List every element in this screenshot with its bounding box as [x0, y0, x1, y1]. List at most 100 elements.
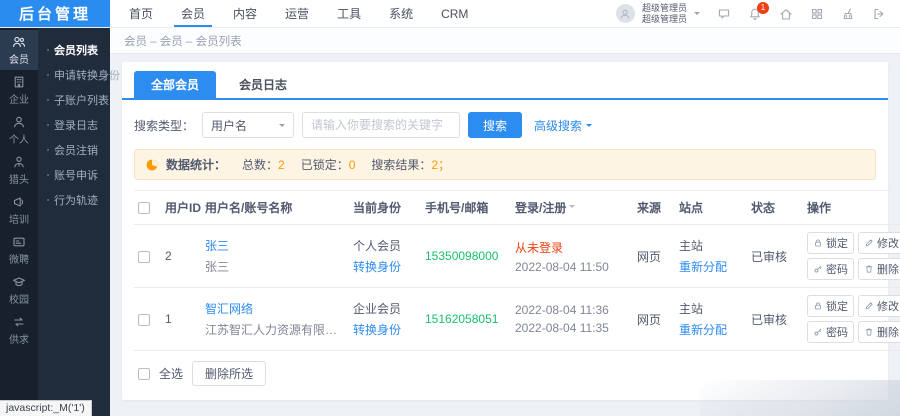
- bullet-dot: [47, 199, 49, 201]
- advanced-search-link[interactable]: 高级搜索: [534, 117, 592, 134]
- cell-user-id: 2: [161, 225, 201, 288]
- submenu-item-member-cancel[interactable]: 会员注销: [38, 137, 110, 162]
- identity-value: 企业会员: [353, 300, 417, 317]
- password-button[interactable]: 密码: [807, 321, 854, 343]
- cell-status: 已审核: [747, 288, 803, 351]
- submenu-item-account-appeal[interactable]: 账号申诉: [38, 162, 110, 187]
- sidebar-item-campus[interactable]: 校园: [0, 270, 38, 310]
- sidebar-item-member[interactable]: 会员: [0, 30, 38, 70]
- logout-icon[interactable]: [872, 7, 886, 21]
- reassign-link[interactable]: 重新分配: [679, 321, 743, 338]
- sidebar-item-supply-demand[interactable]: 供求: [0, 310, 38, 350]
- bullet-dot: [47, 49, 49, 51]
- topbar-actions: 超级管理员 超级管理员 1: [616, 0, 900, 27]
- exchange-arrows-icon: [12, 315, 26, 329]
- bullet-dot: [47, 74, 49, 76]
- user-name-line2: 超级管理员: [642, 14, 687, 25]
- search-type-select[interactable]: 用户名: [202, 112, 294, 138]
- convert-identity-link[interactable]: 转换身份: [353, 258, 417, 275]
- search-input[interactable]: [302, 112, 460, 138]
- users-icon: [12, 35, 26, 49]
- submenu-item-behavior-track[interactable]: 行为轨迹: [38, 187, 110, 212]
- cell-site: 主站 重新分配: [675, 225, 747, 288]
- nav-item-crm[interactable]: CRM: [438, 0, 471, 27]
- member-table: 用户ID 用户名/账号名称 当前身份 手机号/邮箱 登录/注册 来源 站点 状态…: [134, 190, 900, 351]
- col-identity: 当前身份: [349, 191, 421, 225]
- stats-title: 数据统计：: [166, 156, 226, 173]
- avatar: [616, 4, 635, 23]
- cell-ops: 锁定 修改 密码 删除: [803, 288, 900, 351]
- nav-item-tools[interactable]: 工具: [334, 0, 364, 27]
- submenu-label: 子账户列表: [54, 92, 109, 108]
- select-all-checkbox[interactable]: [138, 368, 150, 380]
- stats-bar: 数据统计： 总数：2 已锁定：0 搜索结果：2；: [134, 149, 876, 180]
- key-icon: [813, 264, 823, 274]
- convert-identity-link[interactable]: 转换身份: [353, 321, 417, 338]
- graduation-cap-icon: [12, 275, 26, 289]
- breadcrumb: 会员 – 会员 – 会员列表: [110, 28, 900, 54]
- nav-item-operation[interactable]: 运营: [282, 0, 312, 27]
- submenu-item-login-log[interactable]: 登录日志: [38, 112, 110, 137]
- browser-status-bar: javascript:_M('1'): [0, 400, 92, 416]
- rail-label: 猎头: [9, 171, 29, 186]
- search-button[interactable]: 搜索: [468, 112, 522, 138]
- home-icon[interactable]: [779, 7, 793, 21]
- member-name-link[interactable]: 张三: [205, 237, 345, 254]
- password-button[interactable]: 密码: [807, 258, 854, 280]
- cell-name: 张三 张三: [201, 225, 349, 288]
- cell-ops: 锁定 修改 密码 删除: [803, 225, 900, 288]
- member-name-link[interactable]: 智汇网络: [205, 300, 345, 317]
- submenu-item-member-list[interactable]: 会员列表: [38, 37, 110, 62]
- bullet-dot: [47, 124, 49, 126]
- sidebar-item-headhunter[interactable]: 猎头: [0, 150, 38, 190]
- edit-button[interactable]: 修改: [858, 232, 900, 254]
- main-content: 会员 – 会员 – 会员列表 全部会员 会员日志 搜索类型： 用户名 搜索 高级…: [110, 28, 900, 416]
- lock-button[interactable]: 锁定: [807, 295, 854, 317]
- key-icon: [813, 327, 823, 337]
- col-login[interactable]: 登录/注册: [511, 191, 633, 225]
- nav-item-system[interactable]: 系统: [386, 0, 416, 27]
- submenu-label: 会员列表: [54, 42, 98, 58]
- submenu-item-identity-request[interactable]: 申请转换身份: [38, 62, 110, 87]
- rail-label: 供求: [9, 331, 29, 346]
- stats-locked-label: 已锁定：: [301, 158, 349, 172]
- lock-button[interactable]: 锁定: [807, 232, 854, 254]
- sidebar-item-training[interactable]: 培训: [0, 190, 38, 230]
- tab-all-members[interactable]: 全部会员: [134, 71, 216, 98]
- delete-selected-button[interactable]: 删除所选: [192, 361, 266, 386]
- col-status: 状态: [747, 191, 803, 225]
- table-header-row: 用户ID 用户名/账号名称 当前身份 手机号/邮箱 登录/注册 来源 站点 状态…: [134, 191, 900, 225]
- corner-artifact: [700, 380, 900, 416]
- tab-member-log[interactable]: 会员日志: [222, 71, 304, 98]
- submenu-item-subaccounts[interactable]: 子账户列表: [38, 87, 110, 112]
- pie-chart-icon: [145, 158, 159, 172]
- advanced-search-label: 高级搜索: [534, 117, 582, 134]
- delete-button[interactable]: 删除: [858, 321, 900, 343]
- apps-grid-icon[interactable]: [810, 7, 824, 21]
- chevron-down-icon: [586, 124, 592, 130]
- col-user-id[interactable]: 用户ID: [161, 191, 201, 225]
- user-name-line1: 超级管理员: [642, 3, 687, 14]
- cell-source: 网页: [633, 288, 675, 351]
- clear-cache-icon[interactable]: [841, 7, 855, 21]
- row-checkbox[interactable]: [138, 314, 150, 326]
- edit-button[interactable]: 修改: [858, 295, 900, 317]
- header-checkbox[interactable]: [138, 202, 150, 214]
- nav-item-home[interactable]: 首页: [126, 0, 156, 27]
- rail-label: 校园: [9, 291, 29, 306]
- delete-button[interactable]: 删除: [858, 258, 900, 280]
- table-row: 1 智汇网络 江苏智汇人力资源有限公司 企业会员 转换身份 1516205805…: [134, 288, 900, 351]
- sidebar-item-enterprise[interactable]: 企业: [0, 70, 38, 110]
- sidebar-item-personal[interactable]: 个人: [0, 110, 38, 150]
- row-checkbox[interactable]: [138, 251, 150, 263]
- nav-item-content[interactable]: 内容: [230, 0, 260, 27]
- col-name: 用户名/账号名称: [201, 191, 349, 225]
- sidebar-item-micro-hire[interactable]: 微聘: [0, 230, 38, 270]
- nav-item-member[interactable]: 会员: [178, 0, 208, 27]
- reassign-link[interactable]: 重新分配: [679, 258, 743, 275]
- user-menu[interactable]: 超级管理员 超级管理员: [616, 3, 700, 25]
- message-icon[interactable]: [717, 7, 731, 21]
- col-site: 站点: [675, 191, 747, 225]
- cell-phone: 15162058051: [421, 288, 511, 351]
- bell-icon[interactable]: 1: [748, 7, 762, 21]
